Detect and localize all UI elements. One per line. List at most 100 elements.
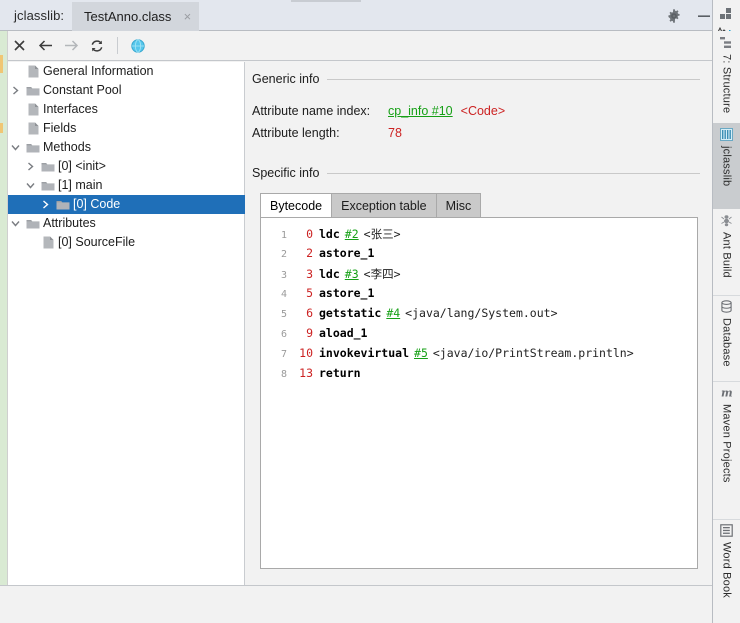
bytecode-row[interactable]: 1 0 ldc #2 <张三> [265,226,697,246]
bytecode-line-number: 5 [280,309,287,320]
bytecode-line-number: 3 [280,270,287,281]
close-icon[interactable] [6,34,32,58]
tab-bytecode[interactable]: Bytecode [260,193,333,217]
sidebar-tab-jclasslib[interactable]: jclasslib [713,123,740,209]
tree-item-interfaces[interactable]: Interfaces [8,100,245,119]
constant-pool-ref-link[interactable]: #3 [345,267,359,281]
tree-twisty-placeholder [8,119,23,138]
folder-icon [53,195,73,214]
bytecode-listing[interactable]: 1 0 ldc #2 <张三> 2 2 astore_1 3 3 ldc #3 <李四> 4 5 astore… [260,217,698,569]
tree-item-label: Interfaces [43,102,98,116]
back-arrow-icon[interactable] [32,34,58,58]
tree-item-label: Constant Pool [43,83,122,97]
tab-exception-table[interactable]: Exception table [331,193,437,217]
sidebar-divider [713,519,740,520]
tab-misc[interactable]: Misc [435,193,482,217]
ant-icon [720,214,734,228]
bytecode-rows: 1 0 ldc #2 <张三> 2 2 astore_1 3 3 ldc #3 <李四> 4 5 astore… [261,218,697,386]
bytecode-mnemonic: invokevirtual [319,346,410,360]
bytecode-offset: 5 [306,286,313,300]
tree-item-constant-pool[interactable]: Constant Pool [8,81,245,100]
bytecode-mnemonic: ldc [319,227,340,241]
sidebar-tab-word-book[interactable]: Word Book [713,519,740,613]
window-corner-controls [712,0,740,33]
bytecode-descriptor: <java/io/PrintStream.println> [432,346,634,360]
folder-icon [38,157,58,176]
window-buttons [666,0,712,31]
bytecode-row[interactable]: 2 2 astore_1 [265,246,697,266]
sidebar-tab-database[interactable]: Database [713,295,740,381]
tree-item-fields[interactable]: Fields [8,119,245,138]
close-icon[interactable]: × [181,10,193,23]
chevron-right-icon[interactable] [38,195,53,214]
file-icon [23,100,43,119]
attribute-length-value: 78 [388,126,402,140]
tree-item-1-main[interactable]: [1] main [8,176,245,195]
navigation-toolbar [0,31,712,61]
bytecode-offset: 10 [299,346,313,360]
sidebar-tab-7-structure[interactable]: 7: Structure [713,31,740,123]
tree-item-general-information[interactable]: General Information [8,62,245,81]
forward-arrow-icon [58,34,84,58]
wordbook-icon [719,524,734,538]
sidebar-divider [713,381,740,382]
tree-item-0-code[interactable]: [0] Code [8,195,245,214]
tree-item-0-sourcefile[interactable]: [0] SourceFile [8,233,245,252]
tree-item-label: Fields [43,121,77,135]
file-icon [23,119,43,138]
maven-icon: m [720,386,734,400]
minimize-icon[interactable] [696,8,712,24]
browse-globe-icon[interactable] [125,34,151,58]
gear-icon[interactable] [666,8,682,24]
tree-rows: General Information Constant Pool Interfac… [8,62,245,252]
tree-item-label: [0] <init> [58,159,106,173]
bottom-status-strip [0,585,712,623]
constant-pool-ref-link[interactable]: #4 [386,306,400,320]
bytecode-row[interactable]: 8 13 return [265,366,697,386]
tree-twisty-placeholder [8,62,23,81]
generic-info-title: Generic info [252,72,320,86]
attribute-name-index-label: Attribute name index: [252,104,371,118]
bytecode-row[interactable]: 4 5 astore_1 [265,286,697,306]
constant-pool-ref-link[interactable]: #2 [345,227,359,241]
chevron-right-icon[interactable] [8,81,23,100]
bytecode-row[interactable]: 6 9 aload_1 [265,326,697,346]
folder-icon [38,176,58,195]
waveform-icon[interactable] [717,22,732,33]
class-structure-tree[interactable]: General Information Constant Pool Interfac… [8,62,245,585]
refresh-icon[interactable] [84,34,110,58]
constant-pool-ref-link[interactable]: #5 [414,346,428,360]
bytecode-row[interactable]: 3 3 ldc #3 <李四> [265,266,697,286]
bytecode-mnemonic: ldc [319,267,340,281]
tab-label: Exception table [341,198,427,213]
sidebar-tab-ant-build[interactable]: Ant Build [713,209,740,295]
tree-item-attributes[interactable]: Attributes [8,214,245,233]
file-tab-testanno[interactable]: TestAnno.class × [72,2,200,31]
chevron-down-icon[interactable] [23,176,38,195]
bytecode-offset: 9 [306,326,313,340]
folder-icon [23,138,43,157]
tree-twisty-placeholder [8,100,23,119]
section-divider [327,78,700,80]
specific-info-title: Specific info [252,166,320,180]
bytecode-row[interactable]: 7 10 invokevirtual #5 <java/io/PrintStream.p… [265,346,697,366]
tree-item-0-init[interactable]: [0] <init> [8,157,245,176]
cp-info-link[interactable]: cp_info #10 [388,104,453,118]
chevron-right-icon[interactable] [23,157,38,176]
sidebar-tab-label: Word Book [720,542,733,599]
tree-item-label: [0] Code [73,197,121,211]
attribute-length-row: Attribute length: 78 [252,122,712,144]
gutter-marker [0,55,3,73]
sidebar-tab-maven-projects[interactable]: m Maven Projects [713,381,740,503]
bytecode-offset: 2 [306,246,313,260]
chevron-down-icon[interactable] [8,138,23,157]
detail-tab-bar: Bytecode Exception table Misc [260,192,712,217]
bytecode-descriptor: <java/lang/System.out> [405,306,558,320]
bytecode-descriptor: <张三> [363,227,401,241]
bytecode-row[interactable]: 5 6 getstatic #4 <java/lang/System.out> [265,306,697,326]
gutter-marker [0,123,3,133]
tree-item-methods[interactable]: Methods [8,138,245,157]
sidebar-tab-label: Maven Projects [720,404,733,483]
generic-info-section-header: Generic info [252,68,712,90]
chevron-down-icon[interactable] [8,214,23,233]
